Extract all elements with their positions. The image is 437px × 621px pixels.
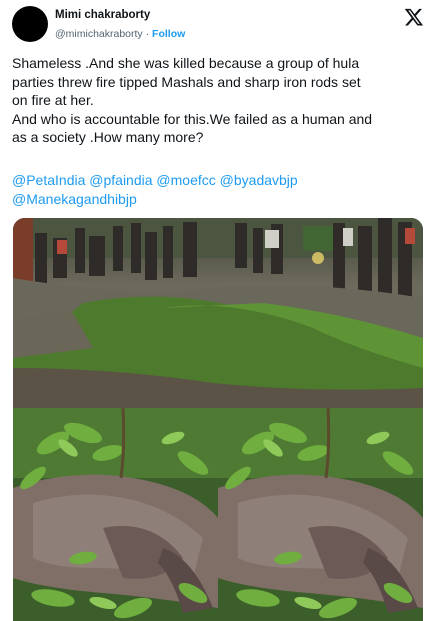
elephant-photo[interactable] — [13, 408, 218, 621]
mention-link[interactable]: @pfaindia — [89, 172, 152, 188]
tweet-mentions: @PetaIndia @pfaindia @moefcc @byadavbjp … — [12, 171, 428, 209]
tweet-line: on fire at her. — [12, 92, 94, 108]
author-meta: @mimichakraborty · Follow — [55, 28, 185, 40]
mention-link[interactable]: @Manekagandhibjp — [12, 191, 137, 207]
tweet-text: Shameless .And she was killed because a … — [12, 54, 428, 147]
author-display-name[interactable]: Mimi chakraborty — [55, 9, 150, 21]
tweet-line: And who is accountable for this.We faile… — [12, 110, 373, 127]
mentions-line: @Manekagandhibjp — [12, 190, 428, 209]
mentions-line: @PetaIndia @pfaindia @moefcc @byadavbjp — [12, 171, 428, 190]
x-logo-icon[interactable] — [404, 7, 424, 27]
avatar[interactable] — [12, 6, 48, 42]
mention-link[interactable]: @moefcc — [156, 172, 215, 188]
follow-button[interactable]: Follow — [152, 28, 185, 40]
tweet-media[interactable] — [13, 218, 423, 621]
tweet-header: Mimi chakraborty @mimichakraborty · Foll… — [12, 6, 426, 42]
meta-separator: · — [145, 28, 150, 40]
tweet-line: as a society .How many more? — [12, 129, 204, 145]
mention-link[interactable]: @PetaIndia — [12, 172, 85, 188]
mention-link[interactable]: @byadavbjp — [220, 172, 298, 188]
elephant-photo-duplicate[interactable] — [218, 408, 423, 621]
crowd-photo[interactable] — [13, 218, 423, 408]
author-handle[interactable]: @mimichakraborty — [55, 28, 143, 40]
tweet-line: Shameless .And she was killed because a … — [12, 55, 360, 71]
tweet-line: parties threw fire tipped Mashals and sh… — [12, 73, 361, 90]
